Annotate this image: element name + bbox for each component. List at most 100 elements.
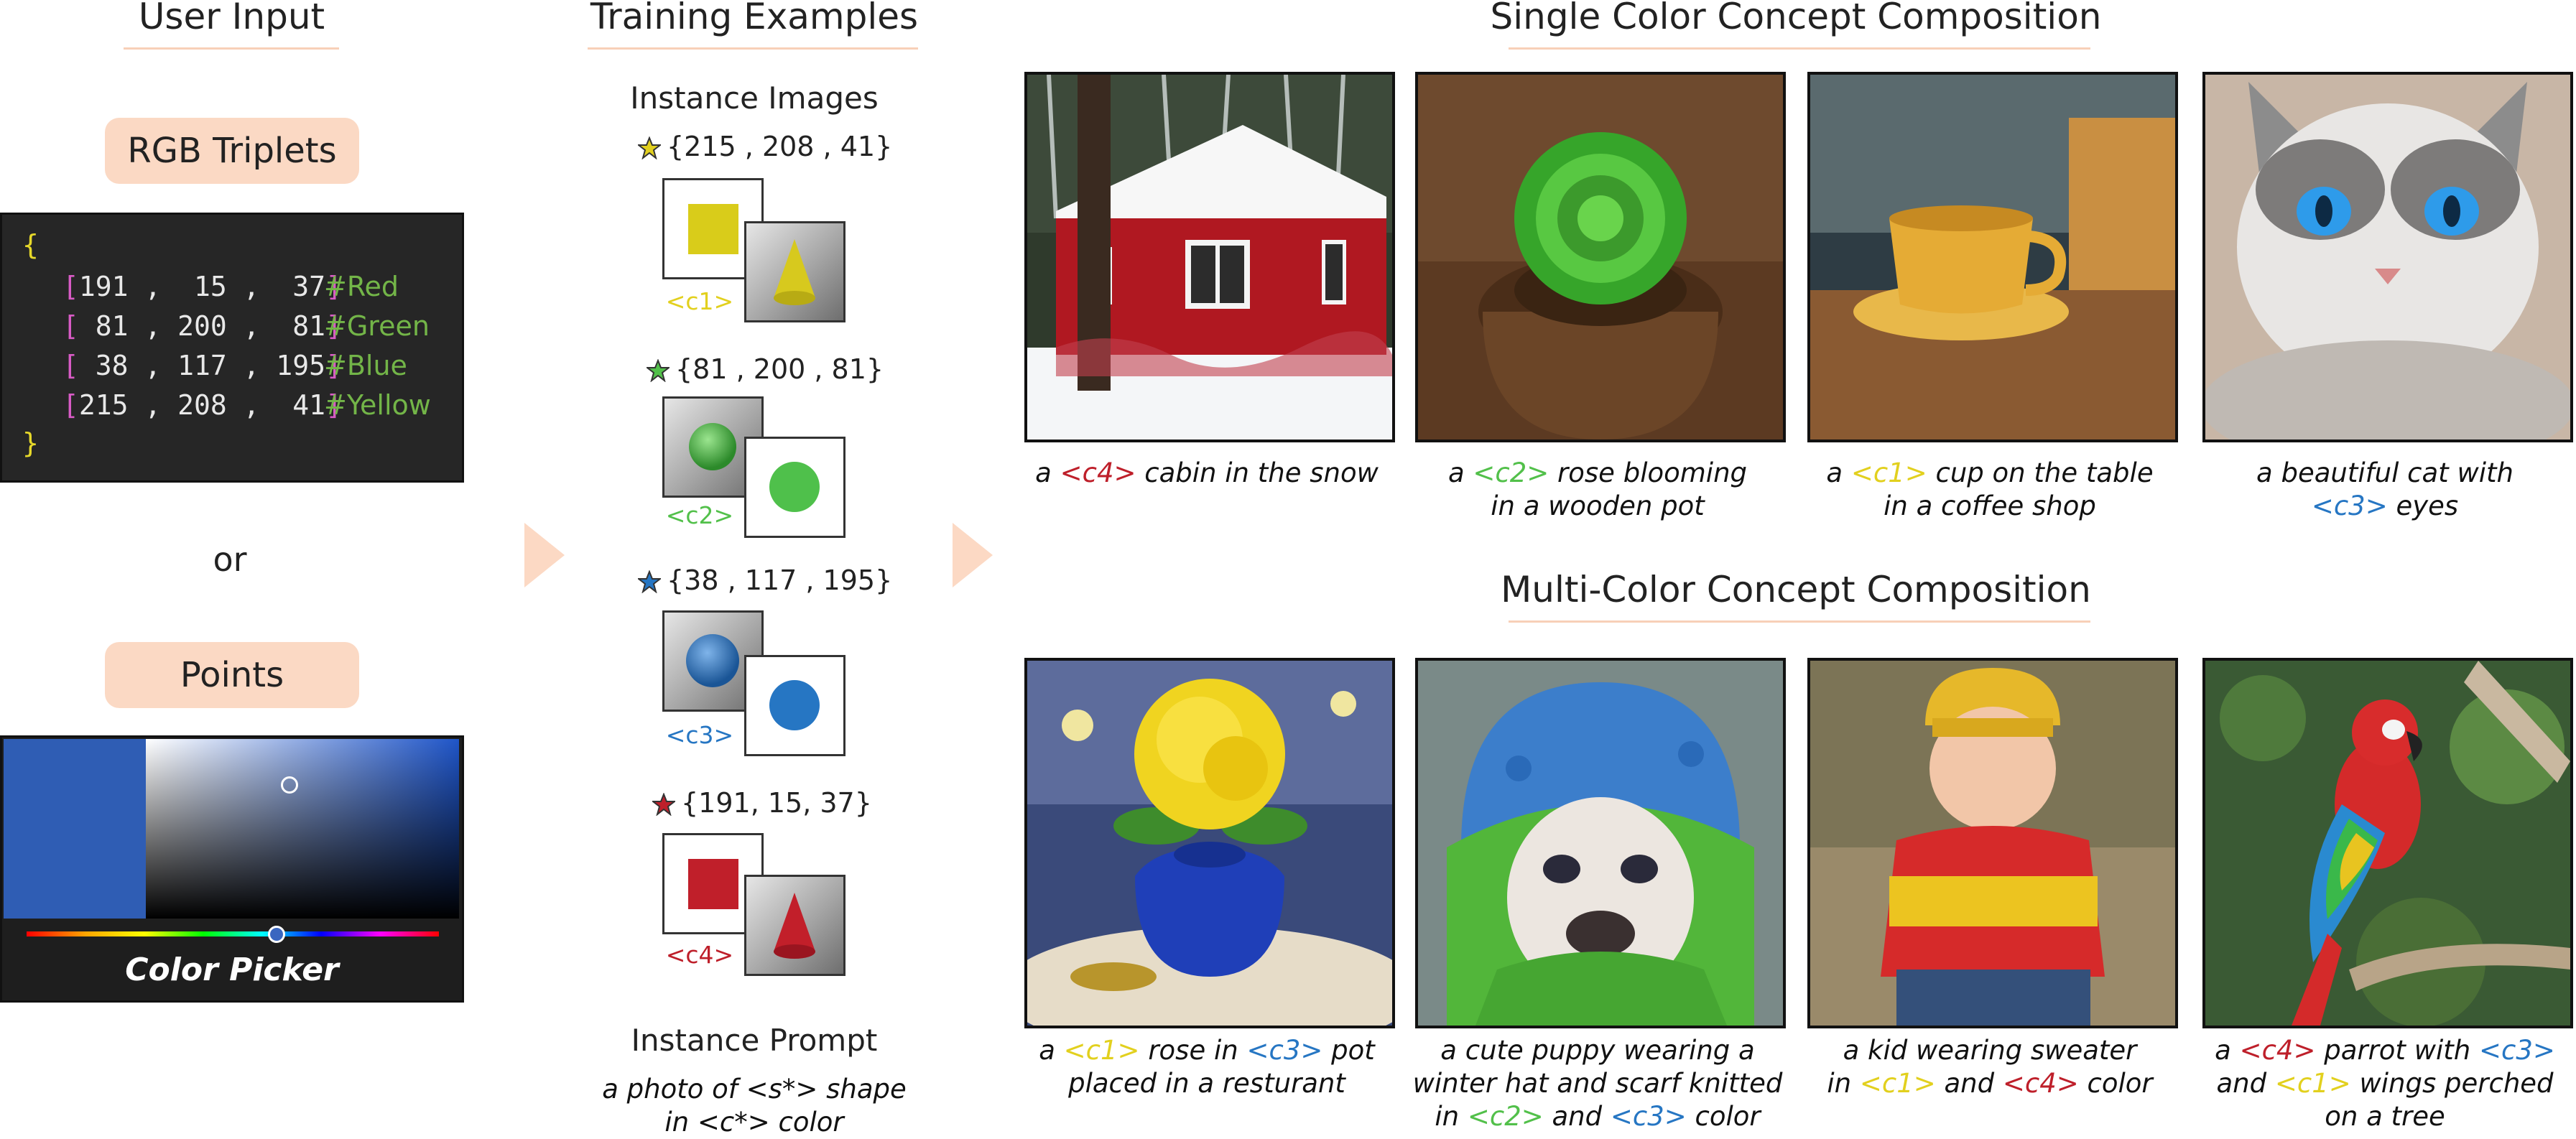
triplet-c3: {38 , 117 , 195}: [667, 564, 893, 596]
caption-text: and: [1543, 1101, 1611, 1132]
cabin-image: [1024, 72, 1395, 442]
rose-pot-image: [1415, 72, 1786, 442]
token-c4: <c4>: [665, 941, 734, 969]
selected-color-swatch: [4, 739, 146, 919]
caption-text: a: [2215, 1035, 2240, 1066]
color-token: <c2>: [1473, 457, 1549, 488]
color-token: <c3>: [2311, 491, 2388, 521]
caption-text: pot: [1322, 1035, 1375, 1066]
triplet-c1: {215 , 208 , 41}: [667, 131, 893, 162]
rgb-code-block: { [191 , 15 , 37] #Red [ 81 , 200 , 81] …: [0, 213, 464, 483]
parrot-image: [2202, 658, 2573, 1028]
color-token: <c3>: [1610, 1101, 1687, 1132]
star-icon: [652, 793, 675, 816]
caption-text: parrot with: [2315, 1035, 2479, 1066]
token-c3: <c3>: [665, 721, 734, 749]
caption-puppy: a cute puppy wearing a winter hat and sca…: [1404, 1034, 1792, 1133]
user-input-title: User Input: [138, 0, 325, 37]
user-input-underline: [124, 47, 339, 50]
caption-text: in: [1827, 1068, 1860, 1099]
color-token: <c3>: [2478, 1035, 2555, 1066]
code-close-brace: }: [22, 427, 39, 459]
caption-text: a cute puppy wearing a: [1440, 1035, 1755, 1066]
caption-coffee-cup: a <c1> cup on the table in a coffee shop: [1796, 457, 2184, 523]
training-examples-title: Training Examples: [590, 0, 919, 37]
saturation-value-area[interactable]: [146, 739, 459, 919]
caption-cabin: a <c4> cabin in the snow: [1013, 457, 1401, 490]
caption-text: a: [1039, 1035, 1064, 1066]
arrow-right-icon: [953, 523, 993, 587]
puppy-image: [1415, 658, 1786, 1028]
caption-text: in a wooden pot: [1491, 491, 1705, 521]
training-examples-underline: [588, 47, 918, 50]
hue-slider-handle[interactable]: [268, 926, 285, 943]
color-token: <c1>: [1063, 1035, 1140, 1066]
hue-slider[interactable]: [27, 931, 439, 936]
caption-text: a: [1035, 457, 1060, 488]
caption-text: and: [1935, 1068, 2003, 1099]
caption-text: cabin in the snow: [1136, 457, 1379, 488]
square-shape: [688, 859, 738, 909]
star-icon: [647, 359, 670, 382]
caption-text: a beautiful cat with: [2256, 457, 2514, 488]
star-icon: [638, 570, 661, 593]
caption-text: a: [1826, 457, 1851, 488]
caption-text: rose in: [1139, 1035, 1247, 1066]
color-token: <c2>: [1467, 1101, 1544, 1132]
picker-handle[interactable]: [281, 776, 298, 794]
rose-restaurant-image: [1024, 658, 1395, 1028]
code-open-brace: {: [22, 229, 39, 261]
caption-kid-sweater: a kid wearing sweater in <c1> and <c4> co…: [1796, 1034, 2184, 1100]
cone-tile: [744, 221, 845, 322]
or-separator: or: [213, 540, 247, 579]
code-comment-red: #Red: [324, 271, 399, 302]
caption-text: on a tree: [2325, 1101, 2445, 1132]
color-token: <c4>: [2002, 1068, 2079, 1099]
caption-text: color: [2078, 1068, 2153, 1099]
triplet-c2: {81 , 200 , 81}: [675, 353, 884, 385]
token-c2: <c2>: [665, 501, 734, 529]
code-comment-green: #Green: [324, 310, 430, 342]
points-label: Points: [105, 642, 359, 708]
star-icon: [638, 136, 661, 159]
color-picker[interactable]: Color Picker: [0, 735, 464, 1003]
instance-images-label: Instance Images: [630, 80, 879, 116]
caption-text: a: [1447, 457, 1473, 488]
caption-text: and: [2216, 1068, 2275, 1099]
caption-rose-restaurant: a <c1> rose in <c3> pot placed in a restu…: [1013, 1034, 1401, 1100]
circle-tile: [744, 437, 845, 538]
caption-text: rose blooming: [1549, 457, 1748, 488]
caption-text: in: [1435, 1101, 1468, 1132]
caption-text: placed in a resturant: [1068, 1068, 1345, 1099]
single-color-underline: [1509, 47, 2090, 50]
rgb-triplets-label: RGB Triplets: [105, 118, 359, 184]
code-row: [ 81 , 200 , 81]: [62, 310, 342, 342]
color-token: <c1>: [1850, 457, 1927, 488]
code-row: [191 , 15 , 37]: [62, 271, 342, 302]
caption-parrot: a <c4> parrot with <c3> and <c1> wings pe…: [2191, 1034, 2576, 1133]
color-token: <c1>: [1859, 1068, 1936, 1099]
caption-text: eyes: [2387, 491, 2459, 521]
arrow-right-icon: [524, 523, 565, 587]
caption-text: color: [1686, 1101, 1761, 1132]
color-token: <c1>: [2274, 1068, 2351, 1099]
single-color-title: Single Color Concept Composition: [1490, 0, 2102, 37]
caption-cat: a beautiful cat with <c3> eyes: [2191, 457, 2576, 523]
caption-text: in a coffee shop: [1884, 491, 2096, 521]
square-shape: [688, 204, 738, 254]
instance-prompt-line1: a photo of <s*> shape: [602, 1074, 907, 1105]
circle-tile: [744, 655, 845, 756]
code-row: [ 38 , 117 , 195]: [62, 350, 342, 381]
instance-prompt-label: Instance Prompt: [631, 1023, 878, 1058]
code-comment-yellow: #Yellow: [324, 389, 431, 421]
caption-text: winter hat and scarf knitted: [1412, 1068, 1783, 1099]
multi-color-underline: [1509, 620, 2090, 623]
color-token: <c4>: [2239, 1035, 2316, 1066]
triplet-c4: {191, 15, 37}: [681, 787, 872, 819]
cat-image: [2202, 72, 2573, 442]
caption-text: cup on the table: [1927, 457, 2154, 488]
cone-tile: [744, 875, 845, 976]
caption-text: wings perched: [2350, 1068, 2554, 1099]
code-comment-blue: #Blue: [324, 350, 407, 381]
coffee-cup-image: [1807, 72, 2178, 442]
